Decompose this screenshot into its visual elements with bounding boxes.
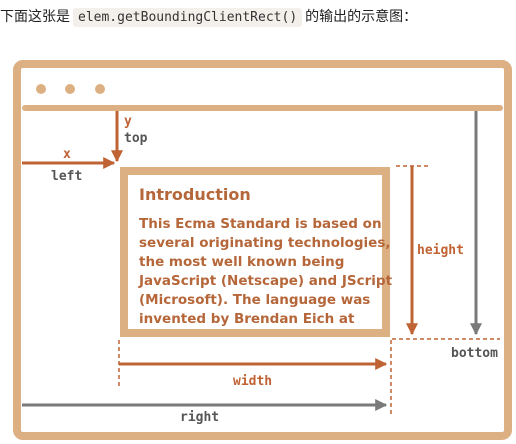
right-label: right <box>180 410 219 425</box>
element-body-line: (Microsoft). The language was <box>139 292 370 308</box>
top-label: top <box>124 131 148 146</box>
bottom-label: bottom <box>451 346 498 361</box>
element-body-line: the most well known being <box>139 254 344 270</box>
element-body-line: invented by Brendan Eich at <box>139 311 355 327</box>
width-label: width <box>233 374 272 389</box>
window-dot-icon <box>65 84 75 94</box>
element-body-line: JavaScript (Netscape) and JScript <box>138 273 393 289</box>
x-label: x <box>63 147 71 162</box>
element-body-line: several originating technologies, <box>139 235 391 251</box>
bounding-rect-diagram: Introduction This Ecma Standard is based… <box>13 60 512 440</box>
left-label: left <box>51 169 82 184</box>
element-body-line: This Ecma Standard is based on <box>139 216 382 232</box>
height-label: height <box>417 243 464 258</box>
window-dot-icon <box>36 84 46 94</box>
y-label: y <box>124 114 132 129</box>
element-heading: Introduction <box>139 185 251 204</box>
window-dot-icon <box>95 84 105 94</box>
